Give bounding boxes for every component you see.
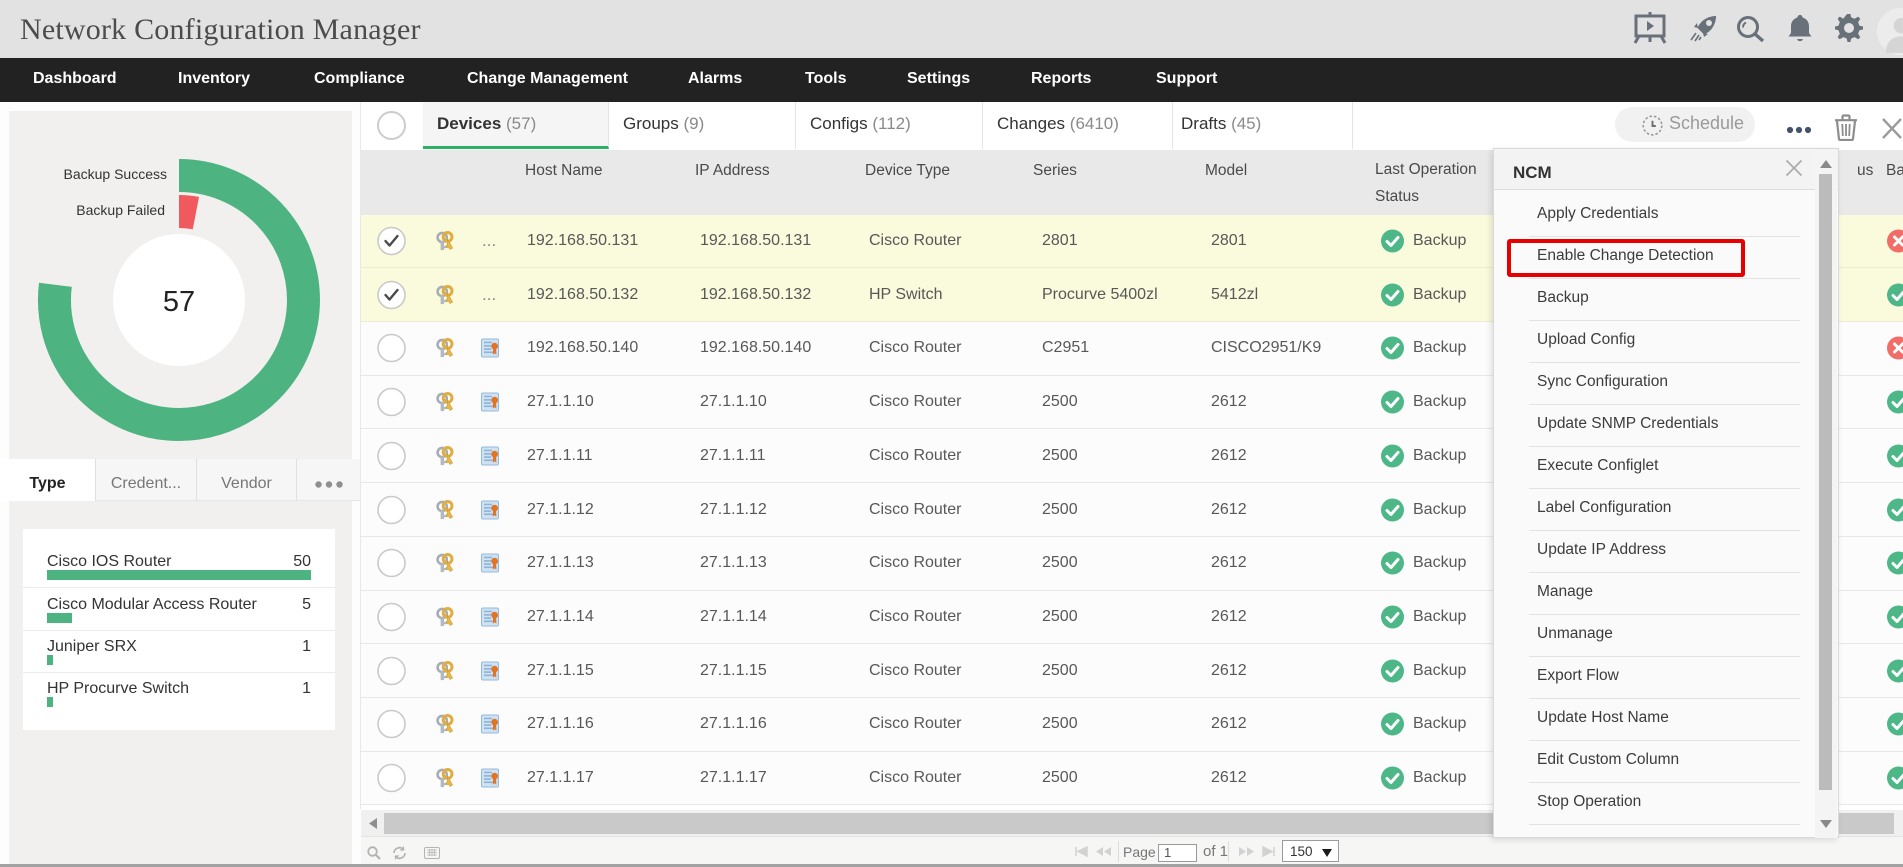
svg-text:57: 57 bbox=[163, 286, 195, 318]
